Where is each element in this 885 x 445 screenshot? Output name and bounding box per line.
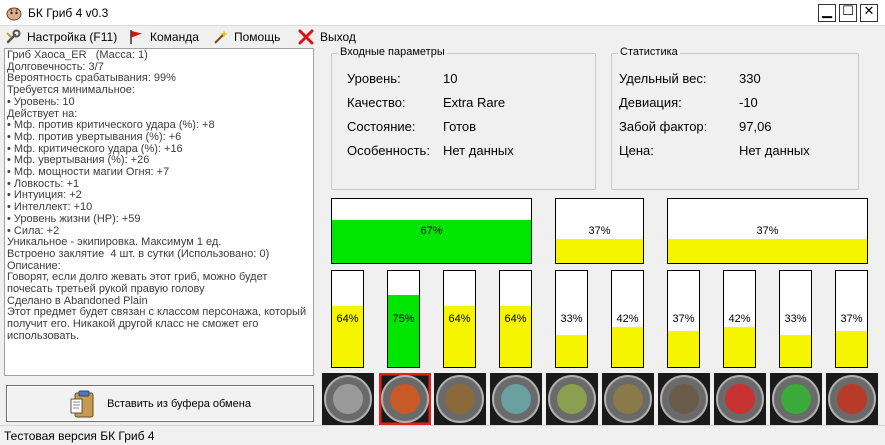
status-bar: Тестовая версия БК Гриб 4 xyxy=(0,425,885,445)
top-bar-2-percent: 37% xyxy=(588,225,611,237)
small-bar-6-fill xyxy=(612,326,643,367)
menu-help-label: Помощь xyxy=(234,29,281,44)
maximize-button[interactable]: ☐ xyxy=(839,4,857,22)
small-bar-8-percent: 42% xyxy=(728,313,751,325)
magic-wand-icon xyxy=(214,29,228,44)
brown-roots-icon[interactable] xyxy=(434,373,486,425)
small-bar-10-percent: 37% xyxy=(840,313,863,325)
stat-value-weight: 330 xyxy=(739,71,761,86)
small-bar-1-percent: 64% xyxy=(336,313,359,325)
status-text: Тестовая версия БК Гриб 4 xyxy=(4,429,155,443)
mushroom-icon[interactable] xyxy=(546,373,598,425)
clipboard-icon xyxy=(70,390,94,417)
red-berry-icon[interactable] xyxy=(826,373,878,425)
top-bar-3-percent: 37% xyxy=(756,225,779,237)
menu-exit-label: Выход xyxy=(320,29,356,44)
paste-from-clipboard-button[interactable]: Вставить из буфера обмена xyxy=(6,385,314,422)
menu-exit[interactable]: Выход xyxy=(298,28,356,45)
small-bar-4-percent: 64% xyxy=(504,313,527,325)
small-bar-3-percent: 64% xyxy=(448,313,471,325)
small-bar-2-fill xyxy=(388,295,419,367)
title-bar: БК Гриб 4 v0.3 ▁ ☐ ✕ xyxy=(0,0,885,26)
window-title: БК Гриб 4 v0.3 xyxy=(28,6,109,20)
stat-label-weight: Удельный вес: xyxy=(619,71,707,86)
small-bar-10: 37% xyxy=(835,270,868,368)
top-bar-2: 37% xyxy=(555,198,644,264)
lotus-flower-icon[interactable] xyxy=(490,373,542,425)
input-params-title: Входные параметры xyxy=(338,46,447,58)
small-bar-5: 33% xyxy=(555,270,588,368)
small-bar-8: 42% xyxy=(723,270,756,368)
top-bar-2-fill xyxy=(556,239,643,263)
small-bar-7-fill xyxy=(668,331,699,367)
small-bar-7: 37% xyxy=(667,270,700,368)
small-bar-2: 75% xyxy=(387,270,420,368)
top-bar-3: 37% xyxy=(667,198,868,264)
small-bar-9-fill xyxy=(780,335,811,367)
param-value-feature: Нет данных xyxy=(443,143,514,158)
small-bar-10-fill xyxy=(836,331,867,367)
top-bar-3-fill xyxy=(668,239,867,263)
small-bar-3: 64% xyxy=(443,270,476,368)
stat-value-kill-factor: 97,06 xyxy=(739,119,772,134)
stat-label-price: Цена: xyxy=(619,143,654,158)
stat-value-price: Нет данных xyxy=(739,143,810,158)
flame-flower-icon[interactable] xyxy=(379,373,431,425)
menu-help[interactable]: Помощь xyxy=(212,28,280,45)
small-bar-1: 64% xyxy=(331,270,364,368)
red-x-icon xyxy=(298,29,314,44)
small-bar-2-percent: 75% xyxy=(392,313,415,325)
small-bar-9-percent: 33% xyxy=(784,313,807,325)
param-label-state: Состояние: xyxy=(347,119,416,134)
param-value-level: 10 xyxy=(443,71,458,86)
brown-cube-icon[interactable] xyxy=(658,373,710,425)
paste-button-label: Вставить из буфера обмена xyxy=(107,397,251,410)
menu-settings[interactable]: Настройка (F11) xyxy=(5,28,117,45)
app-icon xyxy=(6,7,22,21)
small-bar-8-fill xyxy=(724,326,755,367)
small-bar-6-percent: 42% xyxy=(616,313,639,325)
green-clover-icon[interactable] xyxy=(770,373,822,425)
menu-team[interactable]: Команда xyxy=(128,28,199,45)
top-bar-1: 67% xyxy=(331,198,532,264)
param-value-state: Готов xyxy=(443,119,477,134)
wrench-icon xyxy=(6,29,21,43)
minimize-button[interactable]: ▁ xyxy=(818,4,836,22)
small-bar-9: 33% xyxy=(779,270,812,368)
small-bar-4: 64% xyxy=(499,270,532,368)
small-bar-7-percent: 37% xyxy=(672,313,695,325)
menu-team-label: Команда xyxy=(150,29,199,44)
item-description-text: Гриб Хаоса_ER (Масса: 1) Долговечность: … xyxy=(7,49,307,342)
red-pepper-icon[interactable] xyxy=(714,373,766,425)
stat-label-deviation: Девиация: xyxy=(619,95,682,110)
menu-settings-label: Настройка (F11) xyxy=(27,29,118,44)
param-label-feature: Особенность: xyxy=(347,143,430,158)
param-value-quality: Extra Rare xyxy=(443,95,506,110)
gray-stone-icon[interactable] xyxy=(322,373,374,425)
param-label-level: Уровень: xyxy=(347,71,401,86)
small-bar-5-percent: 33% xyxy=(560,313,583,325)
stat-value-deviation: -10 xyxy=(739,95,758,110)
small-bar-5-fill xyxy=(556,335,587,367)
close-button[interactable]: ✕ xyxy=(860,4,878,22)
top-bar-1-percent: 67% xyxy=(420,225,443,237)
menu-bar: Настройка (F11) Команда Помощь Выход xyxy=(0,26,885,46)
param-label-quality: Качество: xyxy=(347,95,406,110)
statistics-title: Статистика xyxy=(618,46,680,58)
sticks-bundle-icon[interactable] xyxy=(602,373,654,425)
item-description-box[interactable]: Гриб Хаоса_ER (Масса: 1) Долговечность: … xyxy=(4,48,314,376)
stat-label-kill-factor: Забой фактор: xyxy=(619,119,708,134)
red-flag-icon xyxy=(130,29,142,44)
small-bar-6: 42% xyxy=(611,270,644,368)
